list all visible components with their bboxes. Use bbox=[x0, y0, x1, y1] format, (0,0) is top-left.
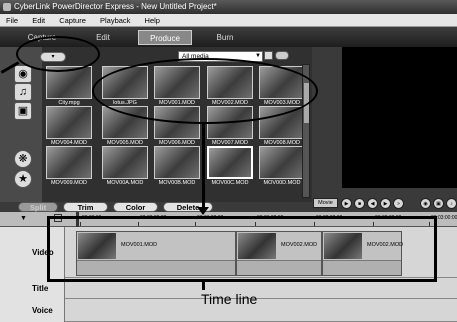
media-thumbnail[interactable] bbox=[102, 146, 148, 179]
fast-forward-icon[interactable]: » bbox=[393, 198, 404, 209]
app-logo-icon bbox=[3, 3, 11, 11]
prev-frame-icon[interactable]: ◀ bbox=[367, 198, 378, 209]
annotation-callout-text: Time line bbox=[201, 291, 258, 307]
window-title: CyberLink PowerDirector Express - New Un… bbox=[14, 2, 217, 11]
movie-mode-button[interactable]: Movie bbox=[313, 198, 338, 208]
annotation-arrow-head bbox=[197, 207, 209, 215]
split-button[interactable]: Split bbox=[18, 202, 58, 212]
annotation-timeline-box bbox=[47, 216, 437, 282]
annotation-callout-line bbox=[202, 282, 205, 290]
annotation-arrow-line bbox=[202, 124, 205, 210]
effects-icon[interactable]: ❋ bbox=[14, 150, 32, 168]
music-library-icon[interactable]: ♫ bbox=[14, 83, 32, 101]
voice-track-label: Voice bbox=[0, 299, 65, 322]
film-strip-icon[interactable]: ▣ bbox=[14, 102, 32, 120]
view-toggle-icon[interactable] bbox=[275, 51, 289, 60]
library-side-toolbar: ◉ ♫ ▣ ❋ ★ bbox=[0, 47, 42, 212]
preview-screen bbox=[342, 47, 457, 188]
menu-file[interactable]: File bbox=[6, 16, 18, 25]
media-thumbnail-label: MOV00C.MOD bbox=[211, 180, 249, 186]
menu-capture[interactable]: Capture bbox=[59, 16, 86, 25]
fullscreen-icon[interactable]: ▣ bbox=[433, 198, 444, 209]
media-thumbnail[interactable] bbox=[46, 146, 92, 179]
tab-produce[interactable]: Produce bbox=[138, 30, 192, 45]
annotation-ellipse-library bbox=[92, 58, 318, 124]
volume-icon[interactable]: ♪ bbox=[446, 198, 457, 209]
media-thumbnail-label: MOV00B.MOD bbox=[158, 180, 196, 186]
media-thumbnail-label: MOV009.MOD bbox=[50, 180, 88, 186]
media-thumbnail[interactable] bbox=[259, 146, 305, 179]
media-thumbnail[interactable] bbox=[154, 146, 200, 179]
next-frame-icon[interactable]: ▶ bbox=[380, 198, 391, 209]
stop-icon[interactable]: ■ bbox=[354, 198, 365, 209]
menu-help[interactable]: Help bbox=[145, 16, 160, 25]
snapshot-icon[interactable]: ◉ bbox=[420, 198, 431, 209]
title-fx-icon[interactable]: ★ bbox=[14, 170, 32, 188]
track-toggle-icon[interactable]: ▼ bbox=[20, 215, 27, 222]
media-thumbnail[interactable] bbox=[46, 106, 92, 139]
title-bar: CyberLink PowerDirector Express - New Un… bbox=[0, 0, 457, 14]
media-thumbnail-label: MOV00A.MOD bbox=[106, 180, 144, 186]
menu-playback[interactable]: Playback bbox=[100, 16, 130, 25]
annotation-ellipse-capture bbox=[16, 36, 100, 72]
play-icon[interactable]: ▶ bbox=[341, 198, 352, 209]
color-button[interactable]: Color bbox=[113, 202, 158, 212]
media-thumbnail[interactable] bbox=[207, 146, 253, 179]
chevron-down-icon: ▼ bbox=[255, 53, 261, 59]
media-library-icon[interactable]: ◉ bbox=[14, 65, 32, 83]
import-icon[interactable] bbox=[264, 51, 273, 60]
menu-edit[interactable]: Edit bbox=[32, 16, 45, 25]
tab-burn[interactable]: Burn bbox=[198, 30, 252, 45]
menu-bar: File Edit Capture Playback Help bbox=[0, 14, 457, 27]
trim-button[interactable]: Trim bbox=[63, 202, 108, 212]
